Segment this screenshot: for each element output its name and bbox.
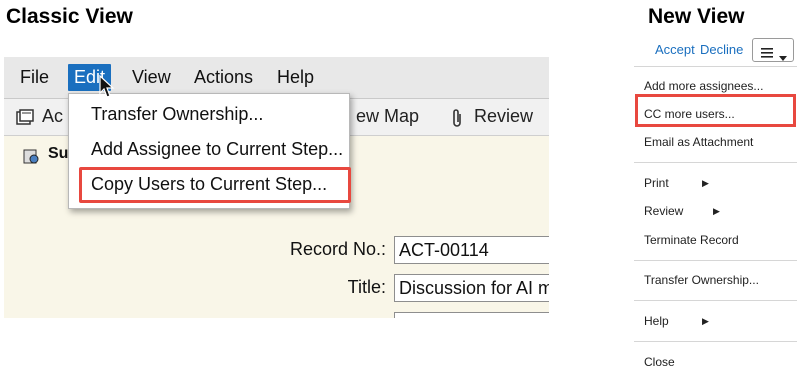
menu-item-add-assignees[interactable]: Add more assignees... xyxy=(644,79,763,93)
submenu-arrow-icon: ▶ xyxy=(702,178,709,188)
title-field[interactable]: Discussion for AI m xyxy=(394,274,549,302)
chevron-down-icon xyxy=(779,48,787,66)
menu-item-transfer-ownership[interactable]: Transfer Ownership... xyxy=(91,104,263,125)
accept-link[interactable]: Accept xyxy=(655,42,695,57)
separator xyxy=(634,66,797,67)
separator xyxy=(634,260,797,261)
next-field-partial[interactable] xyxy=(394,312,549,318)
menu-file[interactable]: File xyxy=(20,67,49,88)
menu-actions[interactable]: Actions xyxy=(194,67,253,88)
action-row: Accept Decline xyxy=(634,32,797,66)
toolbar-actions-partial[interactable]: Ac xyxy=(42,106,63,127)
highlight-copy-users xyxy=(79,167,351,203)
menu-item-add-assignee[interactable]: Add Assignee to Current Step... xyxy=(91,139,343,160)
separator xyxy=(634,341,797,342)
menu-item-email-attachment[interactable]: Email as Attachment xyxy=(644,135,753,149)
menu-item-terminate-record[interactable]: Terminate Record xyxy=(644,233,739,247)
decline-link[interactable]: Decline xyxy=(700,42,743,57)
section-title: Su xyxy=(48,145,69,162)
paperclip-icon xyxy=(451,108,463,133)
new-view-heading: New View xyxy=(648,5,745,28)
record-no-field[interactable]: ACT-00114 xyxy=(394,236,549,264)
record-no-label: Record No.: xyxy=(289,239,386,259)
form-icon xyxy=(16,109,34,130)
submenu-arrow-icon: ▶ xyxy=(702,316,709,326)
more-menu-button[interactable] xyxy=(752,38,794,62)
separator xyxy=(634,300,797,301)
title-label: Title: xyxy=(347,277,386,297)
toolbar-view-map[interactable]: ew Map xyxy=(356,106,419,127)
classic-view-heading: Classic View xyxy=(6,5,133,28)
menu-view[interactable]: View xyxy=(132,67,171,88)
menu-icon xyxy=(761,45,773,63)
separator xyxy=(634,162,797,163)
new-view-panel: Accept Decline Add more assignees... CC … xyxy=(634,32,797,376)
cursor-icon xyxy=(99,74,115,104)
menu-item-help[interactable]: Help xyxy=(644,314,669,328)
classic-view-panel: File Edit View Actions Help Ac ew Map Re… xyxy=(4,57,549,318)
menu-item-transfer-ownership[interactable]: Transfer Ownership... xyxy=(644,273,759,287)
menu-item-close[interactable]: Close xyxy=(644,355,675,369)
menu-help[interactable]: Help xyxy=(277,67,314,88)
submenu-arrow-icon: ▶ xyxy=(713,206,720,216)
toolbar-review[interactable]: Review xyxy=(474,106,533,127)
menu-item-print[interactable]: Print xyxy=(644,176,669,190)
form-icon xyxy=(22,148,40,169)
highlight-cc-users xyxy=(635,94,796,127)
menu-item-review[interactable]: Review xyxy=(644,204,683,218)
